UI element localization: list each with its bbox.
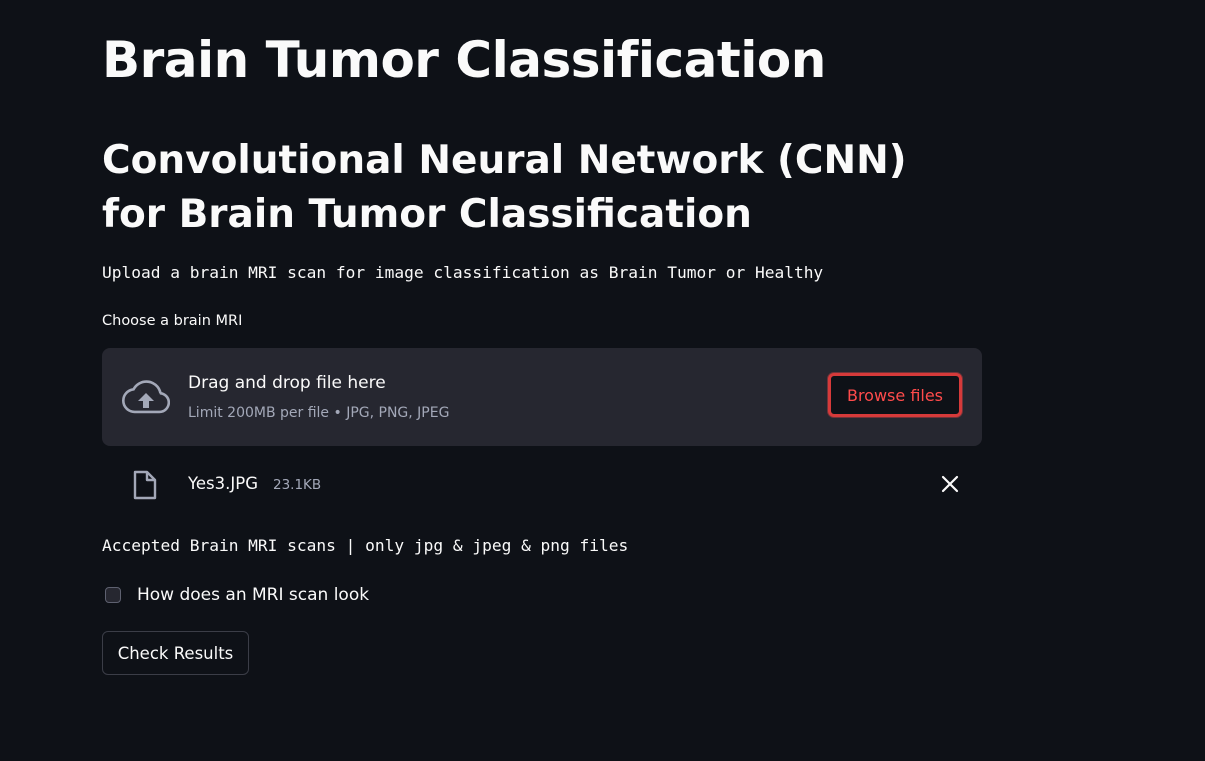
page-title: Brain Tumor Classification — [102, 31, 826, 89]
cloud-upload-icon — [122, 380, 170, 414]
check-results-button[interactable]: Check Results — [102, 631, 249, 675]
mri-example-checkbox-row[interactable]: How does an MRI scan look — [102, 585, 402, 609]
accepted-note: Accepted Brain MRI scans | only jpg & jp… — [102, 536, 629, 555]
file-dropzone[interactable]: Drag and drop file here Limit 200MB per … — [102, 348, 982, 446]
browse-files-button[interactable]: Browse files — [828, 373, 962, 417]
mri-example-checkbox[interactable] — [105, 587, 121, 603]
mri-example-checkbox-label[interactable]: How does an MRI scan look — [137, 585, 369, 605]
uploaded-file-size: 23.1KB — [273, 477, 322, 493]
uploaded-file-row: Yes3.JPG 23.1KB — [102, 460, 982, 508]
dropzone-title: Drag and drop file here — [188, 373, 386, 393]
page-subtitle: Convolutional Neural Network (CNN) for B… — [102, 138, 907, 237]
dropzone-limit: Limit 200MB per file • JPG, PNG, JPEG — [188, 405, 450, 421]
uploader-label: Choose a brain MRI — [102, 313, 243, 329]
file-icon — [133, 470, 157, 500]
intro-text: Upload a brain MRI scan for image classi… — [102, 263, 824, 282]
uploaded-file-name: Yes3.JPG — [188, 474, 258, 493]
close-icon[interactable] — [940, 474, 960, 494]
